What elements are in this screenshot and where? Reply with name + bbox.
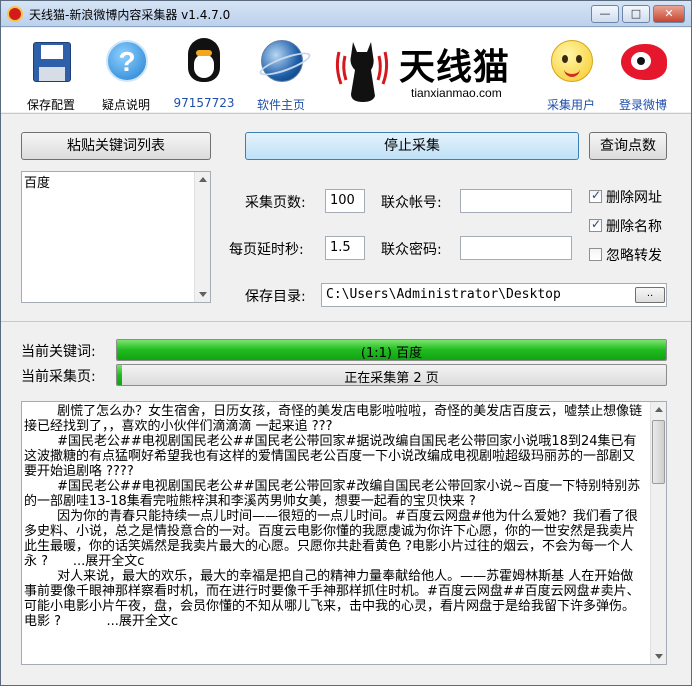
login-weibo-label: 登录微博	[618, 98, 667, 112]
cat-logo-icon	[335, 42, 389, 102]
app-window: 天线猫-新浪微博内容采集器 v1.4.7.0 — □ ✕ 保存配置 ? 疑点说明…	[0, 0, 692, 686]
logo-chinese-text: 天线猫	[399, 47, 511, 88]
login-weibo-button[interactable]: 登录微博	[603, 32, 683, 112]
close-button[interactable]: ✕	[653, 5, 685, 23]
app-logo-icon	[7, 6, 23, 22]
paste-keywords-button[interactable]: 粘贴关键词列表	[21, 132, 211, 160]
save-config-button[interactable]: 保存配置	[11, 32, 91, 112]
logo-english-text: tianxianmao.com	[411, 86, 502, 100]
smiley-icon	[549, 36, 593, 84]
maximize-button[interactable]: □	[622, 5, 650, 23]
current-keyword-label: 当前关键词:	[21, 344, 96, 360]
keyword-list-text: 百度	[24, 176, 51, 191]
union-password-input[interactable]	[460, 236, 572, 260]
help-icon: ?	[104, 36, 148, 84]
tianxianmao-logo: 天线猫 tianxianmao.com	[329, 32, 529, 108]
collect-users-label: 采集用户	[546, 98, 595, 112]
pages-label: 采集页数:	[245, 195, 306, 211]
collected-content-text: 剧慌了怎么办？女生宿舍，日历女孩，奇怪的美发店电影啦啦啦，奇怪的美发店百度云，嘘…	[24, 404, 643, 629]
content-scrollbar[interactable]	[650, 402, 666, 664]
pages-input[interactable]: 100	[325, 189, 365, 213]
union-password-label: 联众密码:	[381, 242, 442, 258]
title-bar[interactable]: 天线猫-新浪微博内容采集器 v1.4.7.0 — □ ✕	[1, 1, 691, 27]
homepage-label: 软件主页	[256, 98, 305, 112]
content-scroll-thumb[interactable]	[652, 420, 665, 484]
stop-collect-button[interactable]: 停止采集	[245, 132, 579, 160]
page-progress-bar: 正在采集第 2 页	[116, 364, 667, 386]
checkbox-remove-name[interactable]	[589, 217, 602, 232]
toolbar: 保存配置 ? 疑点说明 97157723 软件主页 天线猫 tianxianma…	[1, 28, 691, 112]
collected-content-box[interactable]: 剧慌了怎么办？女生宿舍，日历女孩，奇怪的美发店电影啦啦啦，奇怪的美发店百度云，嘘…	[21, 401, 667, 665]
scroll-up-icon[interactable]	[655, 407, 663, 412]
weibo-icon	[621, 36, 667, 84]
save-dir-input[interactable]: C:\Users\Administrator\Desktop	[321, 283, 667, 307]
keyword-progress-text: (1:1) 百度	[360, 346, 423, 361]
checkbox-ignore-repost[interactable]	[589, 248, 602, 261]
delay-label: 每页延时秒:	[229, 242, 304, 258]
union-account-input[interactable]	[460, 189, 572, 213]
keyword-list[interactable]: 百度	[21, 171, 211, 303]
qq-number-label: 97157723	[173, 96, 235, 110]
scroll-up-icon[interactable]	[199, 177, 207, 182]
query-points-button[interactable]: 查询点数	[589, 132, 667, 160]
globe-icon	[259, 36, 303, 84]
remove-name-label: 删除名称	[606, 219, 662, 235]
qq-contact-button[interactable]: 97157723	[164, 32, 244, 110]
save-config-label: 保存配置	[26, 98, 75, 112]
window-title: 天线猫-新浪微博内容采集器 v1.4.7.0	[29, 8, 231, 22]
remove-url-label: 删除网址	[606, 190, 662, 206]
help-label: 疑点说明	[101, 98, 150, 112]
keyword-progress-bar: (1:1) 百度	[116, 339, 667, 361]
scroll-down-icon[interactable]	[199, 292, 207, 297]
homepage-button[interactable]: 软件主页	[241, 32, 321, 112]
browse-dir-button[interactable]: ..	[635, 287, 665, 303]
delay-input[interactable]: 1.5	[325, 236, 365, 260]
current-page-label: 当前采集页:	[21, 369, 96, 385]
checkbox-remove-url[interactable]	[589, 188, 602, 203]
floppy-disk-icon	[29, 36, 73, 84]
ignore-repost-label: 忽略转发	[606, 248, 662, 264]
union-account-label: 联众帐号:	[381, 195, 442, 211]
page-progress-text: 正在采集第 2 页	[344, 371, 439, 386]
scroll-down-icon[interactable]	[655, 654, 663, 659]
collect-users-button[interactable]: 采集用户	[531, 32, 611, 112]
help-button[interactable]: ? 疑点说明	[86, 32, 166, 112]
save-dir-label: 保存目录:	[245, 289, 306, 305]
minimize-button[interactable]: —	[591, 5, 619, 23]
keyword-list-scrollbar[interactable]	[194, 172, 210, 302]
qq-penguin-icon	[182, 36, 226, 84]
